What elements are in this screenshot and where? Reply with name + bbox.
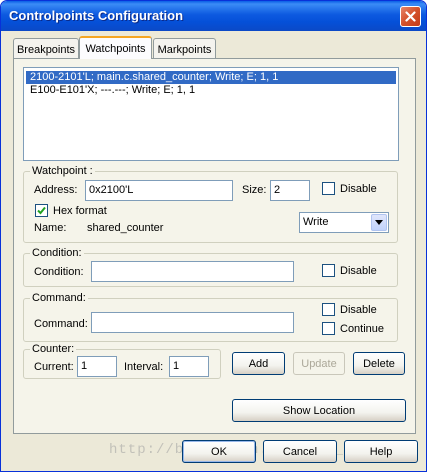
counter-group-label: Counter: (30, 343, 77, 355)
list-item-text: E100-E101'X; ---.---; Write; E; 1, 1 (30, 84, 196, 96)
update-button[interactable]: Update (293, 352, 345, 375)
list-item[interactable]: E100-E101'X; ---.---; Write; E; 1, 1 (26, 84, 195, 97)
command-group-label: Command: (30, 292, 88, 304)
watchpoint-disable-label: Disable (340, 183, 377, 195)
tab-watchpoints[interactable]: Watchpoints (79, 36, 152, 59)
ok-button[interactable]: OK (182, 440, 256, 463)
access-type-value: Write (303, 216, 329, 228)
command-disable-label: Disable (340, 304, 377, 316)
dropdown-button[interactable] (371, 214, 387, 231)
tab-breakpoints[interactable]: Breakpoints (13, 38, 79, 59)
dialog-window: Controlpoints Configuration Breakpoints … (0, 0, 427, 472)
tab-watchpoints-label: Watchpoints (85, 43, 146, 55)
condition-disable-label: Disable (340, 265, 377, 277)
show-location-button[interactable]: Show Location (232, 399, 406, 422)
add-button[interactable]: Add (232, 352, 285, 375)
watchpoint-list[interactable]: 2100-2101'L; main.c.shared_counter; Writ… (23, 67, 399, 161)
delete-button[interactable]: Delete (353, 352, 405, 375)
checkmark-icon (37, 206, 46, 215)
hex-format-label: Hex format (53, 205, 107, 217)
list-item[interactable]: 2100-2101'L; main.c.shared_counter; Writ… (26, 71, 396, 84)
command-label: Command: (34, 318, 88, 330)
size-label: Size: (242, 184, 267, 196)
command-input[interactable] (91, 312, 294, 333)
current-input[interactable]: 1 (77, 356, 117, 377)
tab-markpoints-label: Markpoints (157, 43, 212, 56)
condition-label: Condition: (34, 266, 84, 278)
cancel-button[interactable]: Cancel (263, 440, 337, 463)
address-input[interactable]: 0x2100'L (85, 180, 233, 201)
title-bar[interactable]: Controlpoints Configuration (1, 1, 426, 31)
name-value: shared_counter (87, 222, 164, 234)
close-icon (405, 11, 416, 22)
address-label: Address: (34, 184, 78, 196)
interval-label: Interval: (124, 361, 164, 373)
window-title: Controlpoints Configuration (9, 8, 184, 23)
tab-markpoints[interactable]: Markpoints (153, 38, 216, 59)
help-button[interactable]: Help (344, 440, 418, 463)
list-item-text: 2100-2101'L; main.c.shared_counter; Writ… (30, 71, 279, 83)
size-input[interactable]: 2 (270, 180, 310, 201)
access-type-select[interactable]: Write (299, 212, 389, 233)
tab-breakpoints-label: Breakpoints (16, 43, 76, 56)
name-label: Name: (34, 222, 67, 234)
condition-disable-checkbox[interactable] (322, 264, 335, 277)
interval-input[interactable]: 1 (169, 356, 209, 377)
chevron-down-icon (375, 220, 383, 225)
watchpoint-disable-checkbox[interactable] (322, 182, 335, 195)
close-button[interactable] (400, 6, 421, 27)
command-continue-checkbox[interactable] (322, 322, 335, 335)
command-disable-checkbox[interactable] (322, 303, 335, 316)
command-continue-label: Continue (340, 323, 385, 335)
watchpoint-group-label: Watchpoint : (30, 165, 95, 177)
hex-format-checkbox[interactable] (35, 204, 48, 217)
condition-group-label: Condition: (30, 247, 84, 259)
current-label: Current: (34, 361, 74, 373)
condition-input[interactable] (91, 261, 294, 282)
